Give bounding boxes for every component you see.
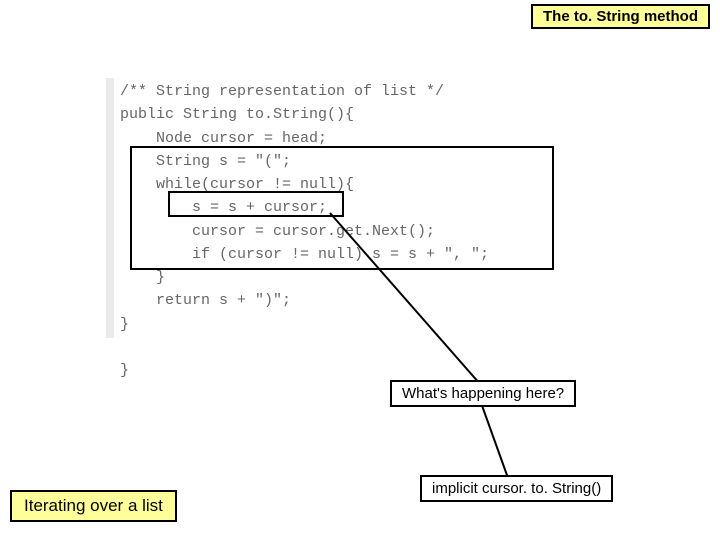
callout-answer: implicit cursor. to. String() [420, 475, 613, 502]
code-listing: /** String representation of list */ pub… [120, 80, 489, 382]
slide-title: The to. String method [531, 4, 710, 29]
callout-question: What's happening here? [390, 380, 576, 407]
code-gutter [106, 78, 114, 338]
slide-footer: Iterating over a list [10, 490, 177, 522]
